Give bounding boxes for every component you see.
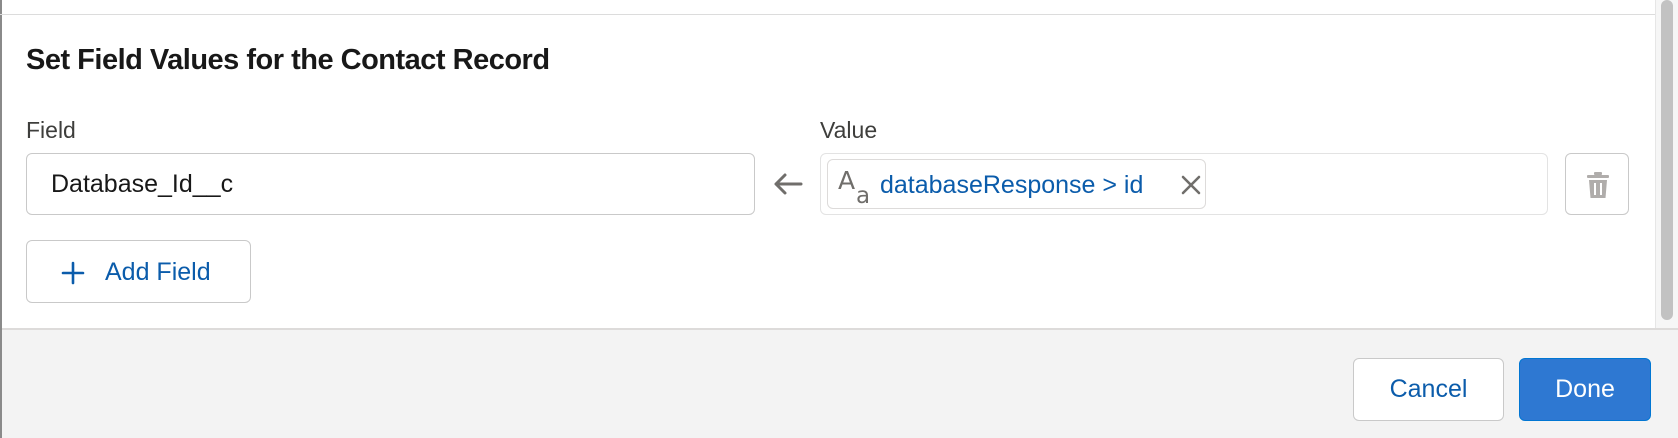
scrollbar[interactable] [1655,0,1678,328]
modal-footer: Cancel Done [2,328,1678,438]
delete-row-button[interactable] [1565,153,1629,215]
arrow-left-icon [774,173,803,195]
text-type-icon: A a [838,166,870,205]
svg-text:A: A [838,166,855,195]
field-input[interactable] [26,153,755,215]
value-label: Value [820,117,878,143]
scroll-thumb[interactable] [1661,0,1673,320]
field-values-panel: Set Field Values for the Contact Record … [0,0,1678,438]
section-title: Set Field Values for the Contact Record [26,44,550,76]
add-field-button[interactable]: Add Field [26,240,251,303]
top-divider [0,14,1655,15]
add-field-label: Add Field [105,258,211,286]
trash-icon [1587,172,1609,198]
close-icon[interactable] [1180,174,1202,196]
svg-text:a: a [856,183,870,205]
done-button[interactable]: Done [1519,358,1651,421]
plus-icon [61,261,85,285]
value-input[interactable]: A a databaseResponse > id [820,153,1548,215]
value-pill[interactable]: A a databaseResponse > id [827,159,1206,209]
value-pill-text: databaseResponse > id [880,171,1144,199]
field-label: Field [26,117,76,143]
cancel-button[interactable]: Cancel [1353,358,1504,421]
